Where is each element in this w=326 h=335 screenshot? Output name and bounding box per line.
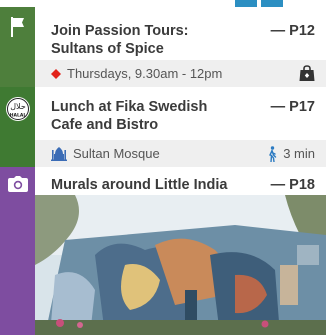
top-tabs (235, 0, 283, 7)
page-reference: — P12 (270, 23, 315, 39)
item-title: Lunch at Fika Swedish Cafe and Bistro (51, 99, 208, 133)
itinerary-item-fika-lunch[interactable]: Lunch at Fika Swedish Cafe and Bistro — … (35, 87, 326, 140)
tab-marker (261, 0, 283, 7)
svg-text:HALAL: HALAL (9, 113, 26, 119)
mosque-icon (51, 147, 67, 161)
flag-icon (10, 17, 24, 37)
page-reference: — P17 (270, 99, 315, 115)
itinerary-item-murals[interactable]: Murals around Little India — P18 (35, 167, 326, 195)
flag-sidebar (0, 7, 35, 87)
walking-person-icon (269, 145, 277, 162)
item-detail-row: Sultan Mosque 3 min (35, 140, 326, 167)
page-reference: — P18 (270, 177, 315, 193)
shopping-bag-icon (299, 65, 315, 81)
itinerary-item-passion-tours[interactable]: Join Passion Tours: Sultans of Spice — P… (35, 7, 326, 60)
location-text: Sultan Mosque (73, 146, 160, 161)
walk-time: 3 min (283, 146, 315, 161)
halal-sidebar: حلال HALAL (0, 87, 35, 167)
item-title: Murals around Little India (51, 177, 228, 193)
mural-photo (35, 195, 326, 335)
halal-icon: حلال HALAL (5, 97, 30, 121)
item-title: Join Passion Tours: Sultans of Spice (51, 23, 189, 57)
svg-text:حلال: حلال (10, 102, 26, 111)
camera-sidebar (0, 167, 35, 335)
item-detail-row: Thursdays, 9.30am - 12pm (35, 60, 326, 87)
diamond-icon (51, 68, 61, 79)
camera-icon (7, 176, 28, 192)
tab-marker (235, 0, 257, 7)
schedule-text: Thursdays, 9.30am - 12pm (67, 66, 223, 81)
